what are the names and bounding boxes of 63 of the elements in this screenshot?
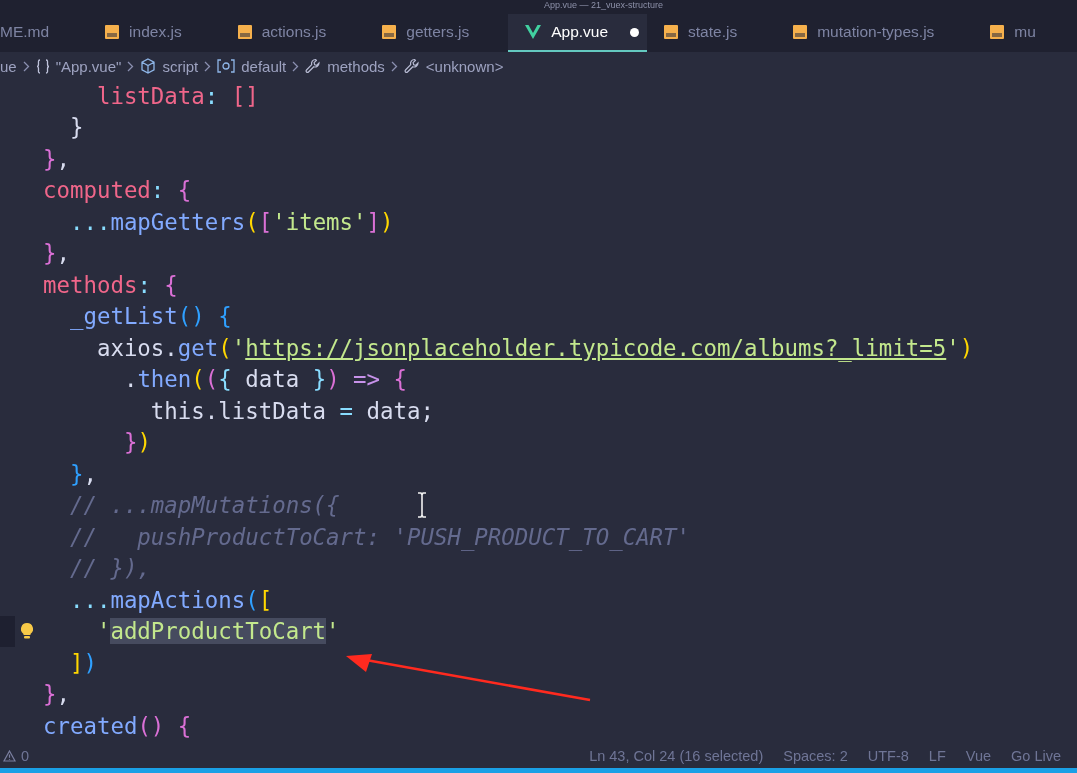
code-line: // ...mapMutations({ [68, 491, 340, 521]
js-file-icon [664, 25, 679, 39]
status-item[interactable]: UTF-8 [867, 748, 909, 764]
code-line: }, [43, 144, 70, 174]
js-file-icon [237, 25, 252, 39]
code-line: axios.get('https://jsonplaceholder.typicode.com/albums?_limit=5') [95, 333, 974, 363]
status-item[interactable]: Vue [965, 748, 991, 764]
code-line: }, [43, 680, 70, 710]
js-file-icon [793, 25, 808, 39]
breadcrumb-item[interactable]: default [241, 57, 287, 75]
code-line: .then(({ data }) => { [122, 365, 407, 395]
vue-file-icon [525, 25, 542, 39]
js-file-icon [382, 25, 397, 39]
status-item[interactable]: Ln 43, Col 24 (16 selected) [589, 748, 764, 764]
wrench-icon [403, 58, 420, 74]
breadcrumb-item[interactable]: ue [0, 57, 17, 75]
editor-tab[interactable]: App.vue [508, 14, 648, 52]
code-line: methods: { [43, 270, 178, 300]
js-file-icon [990, 25, 1005, 39]
wrench-icon [305, 58, 322, 74]
breadcrumb-item[interactable]: methods [327, 57, 385, 75]
chevron-icon [292, 60, 300, 72]
unsaved-dot-icon [630, 27, 640, 37]
chevron-icon [127, 60, 135, 72]
code-line: listData: [] [95, 81, 259, 111]
code-line: computed: { [43, 176, 192, 206]
code-line: ]) [68, 648, 97, 678]
editor-tab[interactable]: index.js [88, 14, 221, 52]
cube-icon [140, 58, 157, 74]
code-line: ...mapGetters(['items']) [68, 207, 394, 237]
warning-icon [3, 750, 16, 762]
field-icon [217, 59, 236, 73]
window-title: App.vue — 21_vuex-structure [542, 0, 664, 12]
code-line: created() { [43, 711, 192, 741]
editor-tab[interactable]: actions.js [220, 14, 366, 52]
code-line: }, [68, 459, 97, 489]
editor-tab[interactable]: mutation-types.js [776, 14, 974, 52]
status-item[interactable]: LF [928, 748, 946, 764]
editor-tab[interactable]: state.js [647, 14, 777, 52]
code-line: // pushProductToCart: 'PUSH_PRODUCT_TO_CART' [68, 522, 691, 552]
code-line: _getList() { [68, 302, 232, 332]
chevron-icon [204, 60, 212, 72]
breadcrumb-item[interactable]: <unknown> [425, 57, 504, 75]
chevron-icon [390, 60, 398, 72]
code-line: }) [122, 428, 151, 458]
js-file-icon [105, 25, 120, 39]
code-line: this.listData = data; [149, 396, 434, 426]
lightbulb-icon[interactable] [21, 623, 33, 640]
text-cursor-icon [417, 492, 427, 518]
editor-tab[interactable]: ME.md [0, 14, 89, 52]
editor-tab[interactable]: getters.js [365, 14, 509, 52]
problems-indicator[interactable]: 0 [0, 748, 30, 764]
code-line: }, [43, 239, 70, 269]
status-item[interactable]: Spaces: 2 [783, 748, 848, 764]
breadcrumb-item[interactable]: "App.vue" [55, 57, 122, 75]
editor-tab[interactable]: mu [973, 14, 1067, 52]
status-item[interactable]: Go Live [1011, 748, 1061, 764]
code-line: // }), [68, 554, 151, 584]
chevron-icon [22, 60, 30, 72]
breadcrumb-item[interactable]: script [162, 57, 199, 75]
braces-icon [35, 58, 50, 74]
code-line: } [68, 113, 84, 143]
code-line: ...mapActions([ [68, 585, 273, 615]
